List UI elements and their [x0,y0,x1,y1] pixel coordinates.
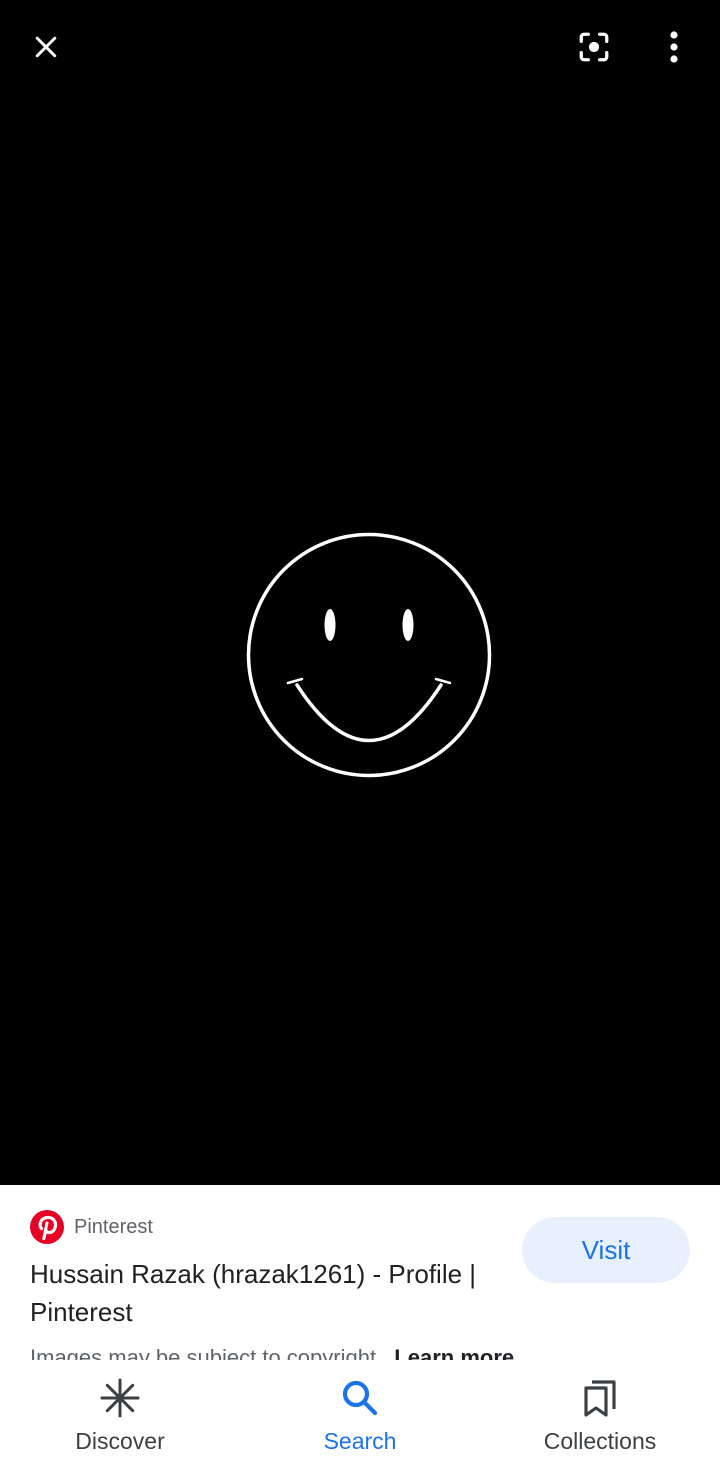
pinterest-logo-icon [30,1210,64,1244]
nav-label-discover: Discover [75,1428,165,1454]
search-icon [340,1378,380,1418]
result-image[interactable] [0,90,720,1185]
nav-item-search[interactable]: Search [240,1360,480,1465]
collections-bookmark-icon [580,1378,620,1418]
image-viewer [0,0,720,1185]
smiley-face-image [246,532,492,778]
visit-button[interactable]: Visit [522,1217,690,1283]
close-icon [35,36,57,58]
lens-button[interactable] [566,19,622,75]
lens-icon [579,32,609,62]
source-name: Pinterest [74,1215,153,1238]
result-title[interactable]: Hussain Razak (hrazak1261) - Profile | P… [30,1255,510,1331]
nav-label-search: Search [323,1428,397,1454]
close-button[interactable] [18,19,74,75]
copyright-text: Images may be subject to copyright. [30,1345,383,1360]
bottom-navigation: Discover Search Collections [0,1360,720,1465]
nav-label-collections: Collections [543,1428,657,1454]
copyright-notice: Images may be subject to copyright. Lear… [30,1345,514,1360]
nav-item-discover[interactable]: Discover [0,1360,240,1465]
more-options-button[interactable] [646,19,702,75]
nav-item-collections[interactable]: Collections [480,1360,720,1465]
source-row[interactable]: Pinterest [30,1210,153,1244]
learn-more-link[interactable]: Learn more [394,1345,514,1360]
result-info-panel: Pinterest Hussain Razak (hrazak1261) - P… [0,1185,720,1360]
more-vert-icon [670,31,678,63]
discover-asterisk-icon [100,1378,140,1418]
